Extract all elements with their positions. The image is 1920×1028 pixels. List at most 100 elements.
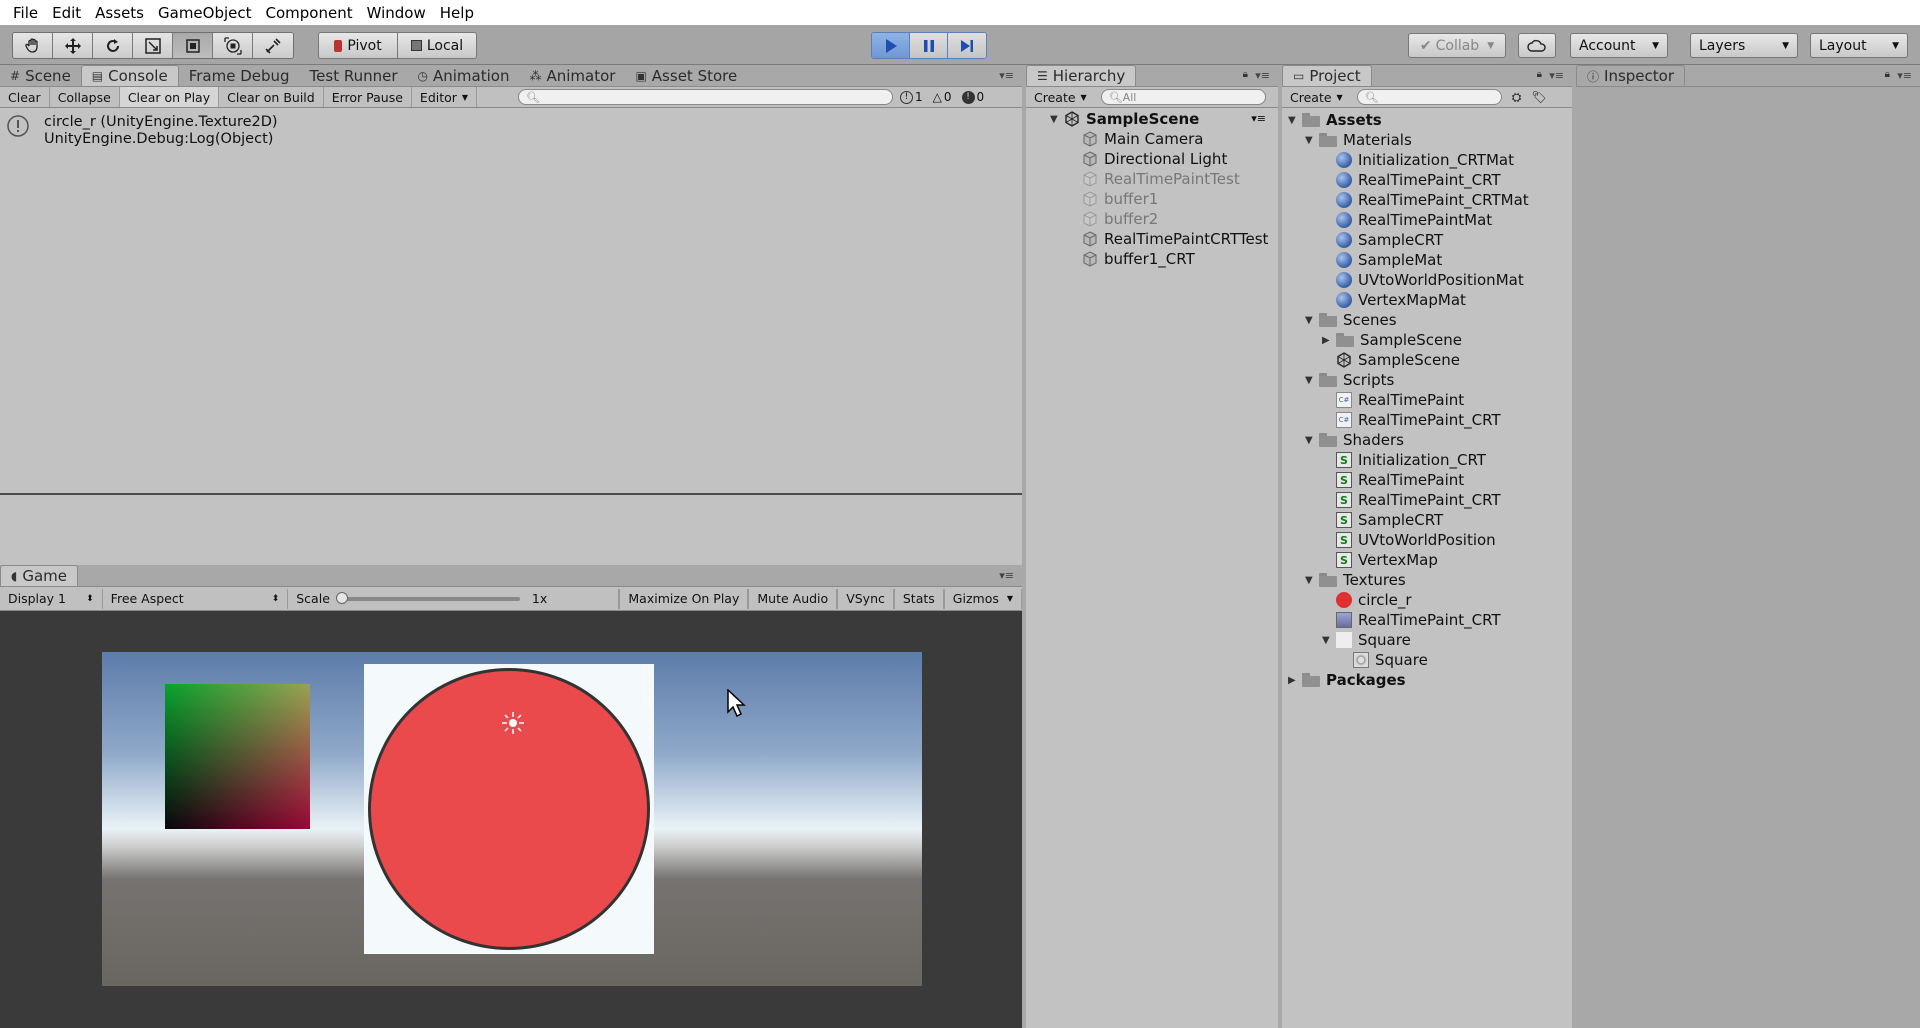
project-item[interactable]: ▼ Assets <box>1288 110 1382 130</box>
project-item[interactable]: ▼ Scenes <box>1305 310 1397 330</box>
clear-button[interactable]: Clear <box>0 87 50 107</box>
project-item[interactable]: S SampleCRT <box>1322 510 1443 530</box>
play-button[interactable] <box>872 33 910 58</box>
chevron-down-icon[interactable]: ▼ <box>1305 375 1319 386</box>
menu-gameobject[interactable]: GameObject <box>151 4 259 22</box>
tab-hierarchy[interactable]: ☰ Hierarchy <box>1026 65 1137 86</box>
hierarchy-item[interactable]: Directional Light <box>1082 149 1227 169</box>
tab-game[interactable]: ◖ Game <box>0 565 78 586</box>
warning-count-badge[interactable]: △ 0 <box>933 90 952 104</box>
layers-dropdown[interactable]: Layers ▼ <box>1690 33 1798 58</box>
lock-icon[interactable]: 🔒︎ <box>1885 69 1890 80</box>
project-item[interactable]: VertexMapMat <box>1322 290 1466 310</box>
filter-label-icon[interactable]: 🏷︎ <box>1531 90 1546 104</box>
menu-assets[interactable]: Assets <box>88 4 151 22</box>
tab-project[interactable]: ▭ Project <box>1282 65 1372 86</box>
tab-inspector[interactable]: ⓘ Inspector <box>1576 65 1685 86</box>
move-tool-button[interactable] <box>53 33 93 58</box>
project-item[interactable]: ▼ Textures <box>1305 570 1406 590</box>
hierarchy-item[interactable]: buffer2 <box>1082 209 1158 229</box>
menu-file[interactable]: File <box>6 4 45 22</box>
panel-menu-icon[interactable]: ▾≡ <box>999 69 1014 82</box>
tab-test-runner[interactable]: Test Runner <box>300 65 408 86</box>
collapse-button[interactable]: Collapse <box>50 87 120 107</box>
menu-component[interactable]: Component <box>259 4 360 22</box>
project-item[interactable]: ▼ Scripts <box>1305 370 1394 390</box>
hierarchy-item[interactable]: buffer1 <box>1082 189 1158 209</box>
pause-button[interactable] <box>910 33 948 58</box>
hierarchy-search-input[interactable]: 🔍︎ All <box>1100 89 1266 105</box>
scale-slider[interactable] <box>335 591 520 604</box>
console-search-input[interactable]: 🔍︎ <box>518 89 893 105</box>
project-item[interactable]: RealTimePaint_CRTMat <box>1322 190 1529 210</box>
chevron-down-icon[interactable]: ▼ <box>1305 135 1319 146</box>
project-item[interactable]: RealTimePaintMat <box>1322 210 1492 230</box>
vsync-toggle[interactable]: VSync <box>837 588 894 609</box>
panel-menu-icon[interactable]: ▾≡ <box>999 569 1014 582</box>
aspect-dropdown[interactable]: Free Aspect ⬍ <box>103 588 289 609</box>
lock-icon[interactable]: 🔒︎ <box>1243 69 1248 80</box>
panel-menu-icon[interactable]: ▾≡ <box>1549 69 1564 82</box>
display-dropdown[interactable]: Display 1 ⬍ <box>0 588 103 609</box>
project-item[interactable]: ▶ Packages <box>1288 670 1406 690</box>
tab-frame-debug[interactable]: Frame Debug <box>179 65 300 86</box>
chevron-down-icon[interactable]: ▼ <box>1305 435 1319 446</box>
chevron-down-icon[interactable]: ▼ <box>1305 315 1319 326</box>
project-item[interactable]: Square <box>1339 650 1428 670</box>
project-item[interactable]: ▼ Shaders <box>1305 430 1404 450</box>
filter-type-icon[interactable]: ⛭ <box>1512 90 1522 105</box>
scale-slider-thumb[interactable] <box>335 591 348 604</box>
info-count-badge[interactable]: ! 1 <box>900 90 923 104</box>
project-item[interactable]: ▶ SampleScene <box>1322 330 1462 350</box>
project-item[interactable]: ▼ Materials <box>1305 130 1412 150</box>
rect-tool-button[interactable] <box>173 33 213 58</box>
project-item[interactable]: S RealTimePaint_CRT <box>1322 490 1501 510</box>
hierarchy-create-dropdown[interactable]: Create ▼ <box>1026 87 1095 107</box>
tab-asset-store[interactable]: ▣ Asset Store <box>625 65 747 86</box>
project-item[interactable]: UVtoWorldPositionMat <box>1322 270 1524 290</box>
rotate-tool-button[interactable] <box>93 33 133 58</box>
gizmos-toggle[interactable]: Gizmos ▼ <box>943 588 1023 609</box>
project-item[interactable]: SampleCRT <box>1322 230 1443 250</box>
local-button[interactable]: Local <box>397 32 477 59</box>
pivot-button[interactable]: Pivot <box>318 32 398 59</box>
hierarchy-item[interactable]: RealTimePaintTest <box>1082 169 1240 189</box>
panel-menu-icon[interactable]: ▾≡ <box>1897 69 1912 82</box>
mute-audio-toggle[interactable]: Mute Audio <box>748 588 838 609</box>
panel-menu-icon[interactable]: ▾≡ <box>1255 69 1270 82</box>
layout-dropdown[interactable]: Layout ▼ <box>1810 33 1908 58</box>
chevron-down-icon[interactable]: ▼ <box>1305 575 1319 586</box>
hierarchy-item[interactable]: buffer1_CRT <box>1082 249 1195 269</box>
project-item[interactable]: RealTimePaint_CRT <box>1322 610 1501 630</box>
project-item[interactable]: S UVtoWorldPosition <box>1322 530 1496 550</box>
scale-tool-button[interactable] <box>133 33 173 58</box>
account-dropdown[interactable]: Account ▼ <box>1570 33 1668 58</box>
scene-menu-icon[interactable]: ▾≡ <box>1251 112 1266 125</box>
lock-icon[interactable]: 🔒︎ <box>1537 69 1542 80</box>
chevron-right-icon[interactable]: ▶ <box>1322 335 1336 346</box>
project-item[interactable]: S Initialization_CRT <box>1322 450 1486 470</box>
chevron-down-icon[interactable]: ▼ <box>1288 115 1302 126</box>
project-item[interactable]: ▼ Square <box>1322 630 1411 650</box>
cloud-button[interactable] <box>1518 33 1556 58</box>
tab-console[interactable]: ▤ Console <box>80 65 179 86</box>
menu-edit[interactable]: Edit <box>45 4 88 22</box>
tab-scene[interactable]: # Scene <box>0 65 81 86</box>
project-item[interactable]: S VertexMap <box>1322 550 1438 570</box>
tab-animator[interactable]: ⁂ Animator <box>519 65 625 86</box>
clear-on-build-button[interactable]: Clear on Build <box>219 87 324 107</box>
menu-window[interactable]: Window <box>360 4 433 22</box>
chevron-down-icon[interactable]: ▼ <box>1007 594 1013 603</box>
error-pause-button[interactable]: Error Pause <box>324 87 412 107</box>
hierarchy-item[interactable]: Main Camera <box>1082 129 1203 149</box>
log-entry[interactable]: circle_r (UnityEngine.Texture2D) UnityEn… <box>6 114 278 148</box>
game-viewport[interactable] <box>0 612 1022 1028</box>
tab-animation[interactable]: ◷ Animation <box>408 65 520 86</box>
editor-button[interactable]: Editor ▼ <box>412 87 478 107</box>
project-item[interactable]: S RealTimePaint <box>1322 470 1464 490</box>
menu-help[interactable]: Help <box>433 4 481 22</box>
clear-on-play-button[interactable]: Clear on Play <box>119 87 220 107</box>
project-item[interactable]: C# RealTimePaint_CRT <box>1322 410 1501 430</box>
chevron-down-icon[interactable]: ▼ <box>1322 635 1336 646</box>
project-item[interactable]: C# RealTimePaint <box>1322 390 1464 410</box>
